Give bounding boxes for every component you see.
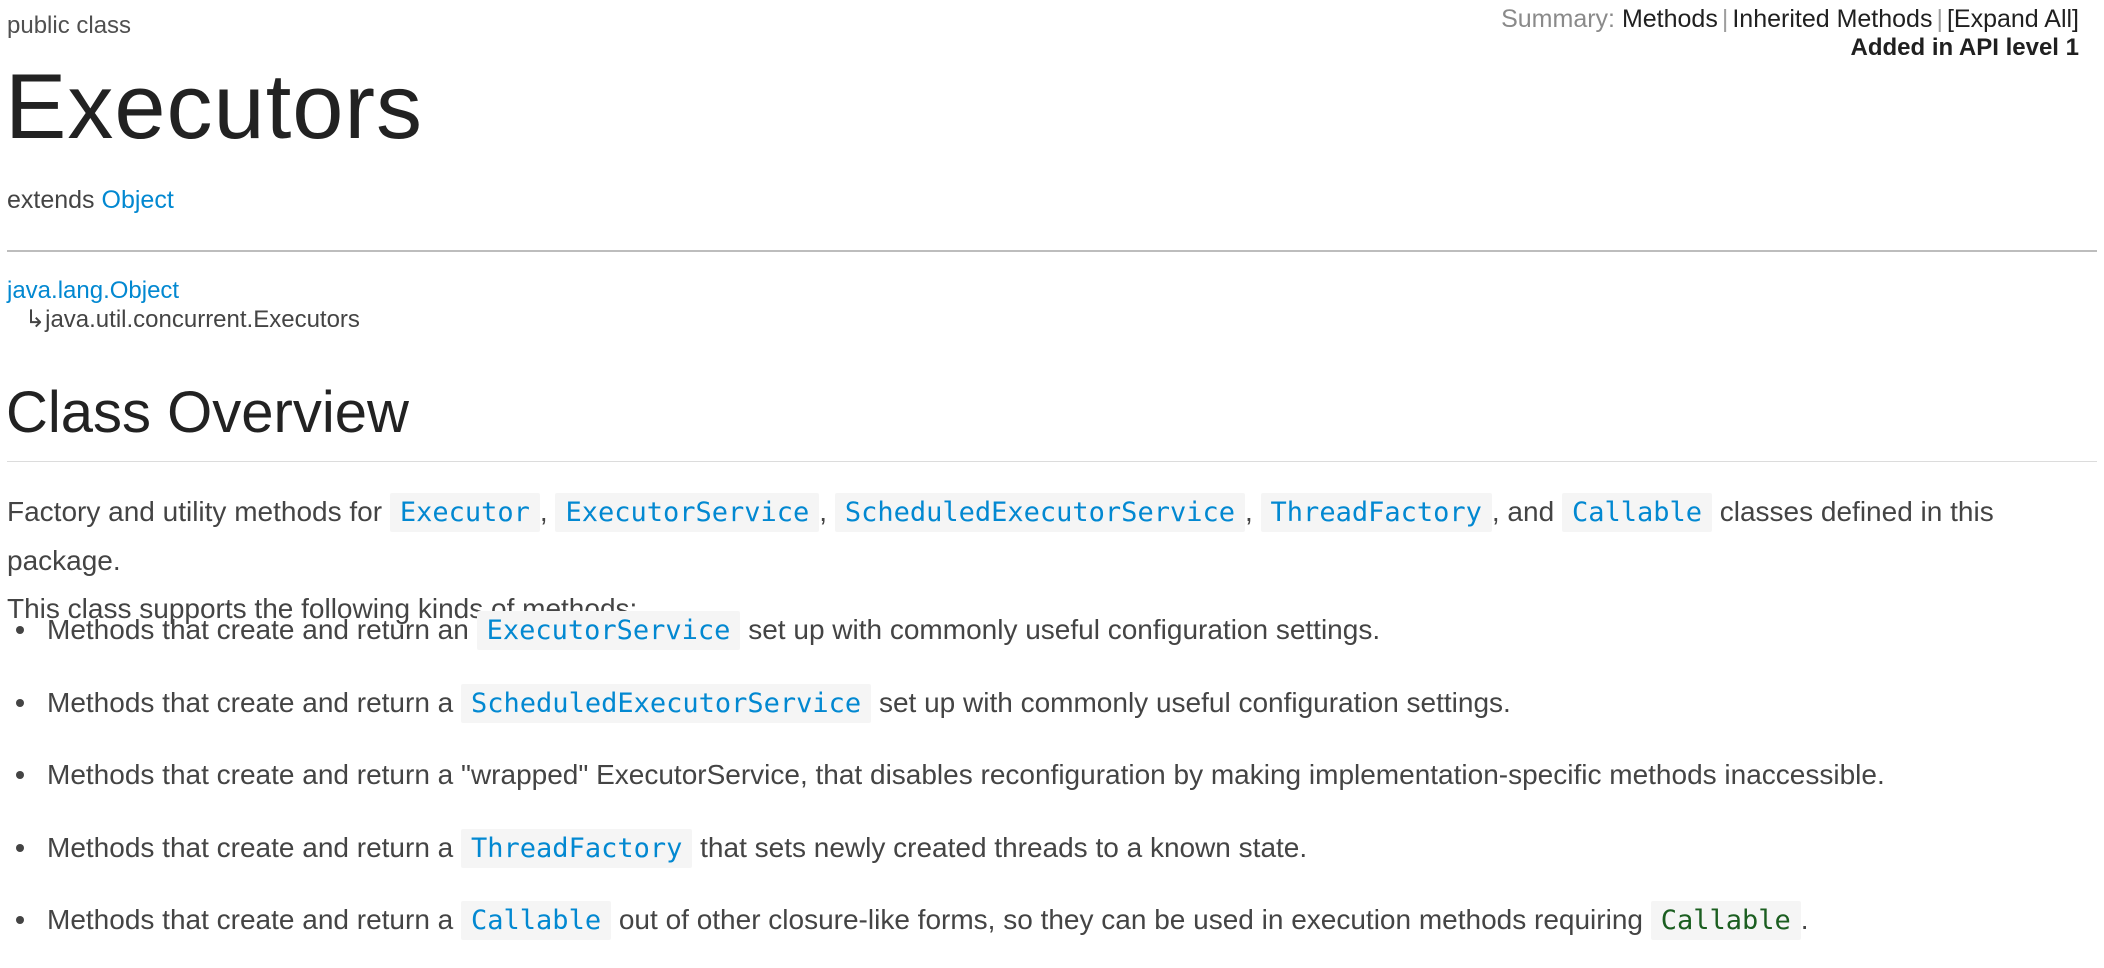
summary-methods-link[interactable]: Methods xyxy=(1622,5,1718,33)
intro-prefix: Factory and utility methods for xyxy=(7,496,383,527)
extends-line: extends Object xyxy=(7,186,174,215)
code-link-scheduledexecutorservice[interactable]: ScheduledExecutorService xyxy=(834,493,1245,532)
separator: | xyxy=(1936,5,1943,33)
divider xyxy=(7,461,2097,462)
list-item: Methods that create and return an Execut… xyxy=(7,605,1885,678)
class-overview-heading: Class Overview xyxy=(6,380,409,445)
code-link-callable[interactable]: Callable xyxy=(461,901,612,940)
code-link-scheduledexecutorservice[interactable]: ScheduledExecutorService xyxy=(461,683,872,723)
page-title: Executors xyxy=(5,56,424,158)
code-link-executor[interactable]: Executor xyxy=(389,493,540,532)
list-item: Methods that create and return a ThreadF… xyxy=(7,823,1885,896)
list-item: Methods that create and return a Schedul… xyxy=(7,678,1885,751)
summary-inherited-methods-link[interactable]: Inherited Methods xyxy=(1732,5,1932,33)
summary-label: Summary: xyxy=(1501,5,1615,33)
intro-and: , and xyxy=(1491,496,1555,527)
inheritance-parent-link[interactable]: java.lang.Object xyxy=(7,277,179,304)
subclass-arrow-icon: ↳ xyxy=(25,306,46,333)
code-link-threadfactory[interactable]: ThreadFactory xyxy=(1260,493,1492,532)
summary-bar: Summary: Methods | Inherited Methods | [Expa… xyxy=(1501,5,2079,63)
bullet-icon xyxy=(16,916,24,924)
overview-intro: Factory and utility methods for Executor… xyxy=(7,488,2103,585)
api-level-label: Added in API level 1 xyxy=(1850,34,2079,61)
bullet-icon xyxy=(16,771,24,779)
class-modifier: public class xyxy=(7,12,132,39)
list-item: Methods that create and return a Callabl… xyxy=(7,895,1885,968)
code-link-executorservice[interactable]: ExecutorService xyxy=(476,611,741,650)
divider xyxy=(7,250,2097,252)
inheritance-child: ↳java.util.concurrent.Executors xyxy=(7,305,360,334)
inheritance-tree: java.lang.Object ↳java.util.concurrent.E… xyxy=(7,276,360,334)
code-link-threadfactory[interactable]: ThreadFactory xyxy=(461,828,693,868)
extends-label: extends xyxy=(7,186,95,214)
bullet-icon xyxy=(16,626,24,634)
list-item: Methods that create and return a "wrappe… xyxy=(7,750,1885,823)
code-link-callable[interactable]: Callable xyxy=(1561,493,1712,532)
summary-expand-all-link[interactable]: [Expand All] xyxy=(1947,5,2079,33)
inheritance-child-label: java.util.concurrent.Executors xyxy=(45,306,360,333)
bullet-icon xyxy=(16,698,24,707)
code-link-executorservice[interactable]: ExecutorService xyxy=(555,493,820,532)
code-callable: Callable xyxy=(1650,901,1801,940)
doc-page: public class Summary: Methods | Inherited … xyxy=(5,0,2103,962)
summary-links: Summary: Methods | Inherited Methods | [Expa… xyxy=(1501,5,2079,33)
separator: | xyxy=(1721,5,1729,33)
method-kinds-list: Methods that create and return an Execut… xyxy=(7,605,1885,968)
bullet-icon xyxy=(16,843,24,852)
extends-object-link[interactable]: Object xyxy=(102,186,174,214)
